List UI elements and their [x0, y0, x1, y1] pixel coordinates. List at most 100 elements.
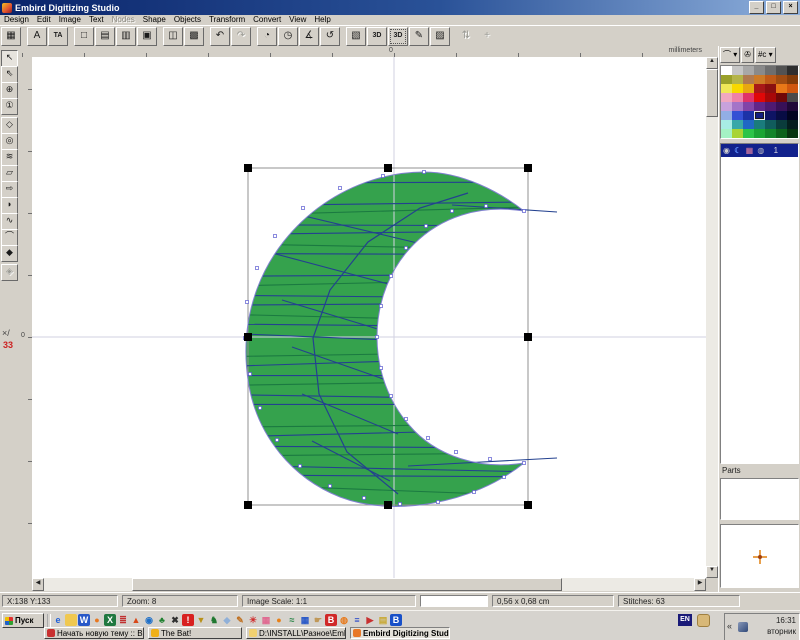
palette-swatch[interactable] — [721, 111, 732, 120]
zoom-tool[interactable]: ⊕ — [1, 82, 18, 99]
new-button[interactable]: □ — [74, 27, 94, 46]
palette-swatch[interactable] — [754, 111, 765, 120]
quicklaunch-tree-icon[interactable]: ♣ — [156, 614, 168, 626]
palette-swatch[interactable] — [765, 93, 776, 102]
layer-row-selected[interactable]: ◉ ☾ ▦ ◍ 1 — [721, 144, 798, 157]
minimize-button[interactable]: _ — [749, 1, 764, 14]
manual-stitch-tool[interactable]: ≋ — [1, 149, 18, 166]
palette-swatch[interactable] — [776, 120, 787, 129]
edit-3d-button[interactable]: 3D — [388, 27, 408, 46]
scroll-left-button[interactable]: ◀ — [32, 578, 44, 591]
quicklaunch-globe-icon[interactable]: ◉ — [143, 614, 155, 626]
palette-swatch[interactable] — [732, 66, 743, 75]
rotate-button[interactable]: ↺ — [320, 27, 340, 46]
palette-swatch[interactable] — [721, 66, 732, 75]
scroll-down-button[interactable]: ▼ — [706, 566, 718, 578]
palette-swatch[interactable] — [743, 93, 754, 102]
palette-swatch[interactable] — [721, 120, 732, 129]
quicklaunch-spider-icon[interactable]: ✖ — [169, 614, 181, 626]
quicklaunch-page-icon[interactable]: ▤ — [377, 614, 389, 626]
quicklaunch-flag-icon[interactable]: ▶ — [364, 614, 376, 626]
palette-swatch[interactable] — [776, 84, 787, 93]
thread-spool-button[interactable]: ✇ — [741, 47, 754, 63]
canvas-hscrollbar[interactable]: ◀ ▶ — [32, 578, 706, 591]
open-button[interactable]: ▤ — [95, 27, 115, 46]
menu-objects[interactable]: Objects — [170, 15, 205, 25]
angle-button[interactable]: ∡ — [299, 27, 319, 46]
insert-window-button[interactable]: ▧ — [346, 27, 366, 46]
menu-design[interactable]: Design — [0, 15, 33, 25]
palette-swatch[interactable] — [743, 84, 754, 93]
column-tool[interactable]: ▱ — [1, 165, 18, 182]
design-canvas[interactable] — [32, 57, 706, 578]
palette-swatch[interactable] — [765, 84, 776, 93]
taskbar-window-button[interactable]: Embird Digitizing Stud... — [350, 627, 450, 639]
scroll-up-button[interactable]: ▲ — [706, 57, 718, 69]
palette-swatch[interactable] — [754, 66, 765, 75]
palette-swatch[interactable] — [732, 84, 743, 93]
palette-swatch[interactable] — [787, 84, 798, 93]
quicklaunch-hand-point-icon[interactable]: ☛ — [312, 614, 324, 626]
palette-swatch[interactable] — [776, 75, 787, 84]
palette-swatch[interactable] — [765, 75, 776, 84]
node-edit-tool[interactable]: ⇖ — [1, 66, 18, 83]
language-indicator[interactable]: EN — [678, 614, 692, 626]
view-3d-button[interactable]: 3D — [367, 27, 387, 46]
menu-help[interactable]: Help — [310, 15, 334, 25]
palette-swatch[interactable] — [743, 75, 754, 84]
quicklaunch-acorn-icon[interactable]: ▼ — [195, 614, 207, 626]
quicklaunch-fire-icon[interactable]: ▲ — [130, 614, 142, 626]
arc-tool[interactable]: ⌒ — [1, 229, 18, 246]
palette-swatch[interactable] — [743, 111, 754, 120]
quicklaunch-diamond-icon[interactable]: ◆ — [221, 614, 233, 626]
menu-shape[interactable]: Shape — [139, 15, 170, 25]
palette-swatch[interactable] — [776, 102, 787, 111]
palette-swatch[interactable] — [787, 129, 798, 138]
quicklaunch-dragon-icon[interactable]: ♞ — [208, 614, 220, 626]
zoom-1to1-tool[interactable]: ① — [1, 98, 18, 115]
lettering-button[interactable]: TA — [48, 27, 68, 46]
quicklaunch-bluetooth-icon[interactable]: B — [390, 614, 402, 626]
arrow-shape-tool[interactable]: ⇨ — [1, 181, 18, 198]
palette-swatch[interactable] — [721, 75, 732, 84]
stitch-mode-button[interactable]: #c ▾ — [755, 47, 776, 63]
palette-swatch[interactable] — [765, 102, 776, 111]
palette-swatch[interactable] — [754, 102, 765, 111]
image-browser-button[interactable]: ▦ — [1, 27, 21, 46]
quicklaunch-word-icon[interactable]: W — [78, 614, 90, 626]
palette-swatch[interactable] — [776, 111, 787, 120]
palette-swatch[interactable] — [721, 102, 732, 111]
curve-style-button[interactable]: ⌒ ▾ — [720, 47, 740, 63]
palette-swatch[interactable] — [721, 93, 732, 102]
palette-swatch[interactable] — [776, 93, 787, 102]
palette-swatch[interactable] — [743, 120, 754, 129]
quicklaunch-books-icon[interactable]: ≣ — [117, 614, 129, 626]
palette-swatch[interactable] — [721, 129, 732, 138]
palette-swatch[interactable] — [787, 102, 798, 111]
visibility-eye-icon[interactable]: ◉ — [723, 146, 730, 155]
quicklaunch-ball2-icon[interactable]: ◍ — [338, 614, 350, 626]
palette-swatch[interactable] — [732, 129, 743, 138]
palette-swatch[interactable] — [754, 129, 765, 138]
select-tool[interactable]: ↖ — [1, 50, 18, 67]
connection-tool[interactable]: ◆ — [1, 245, 18, 262]
palette-swatch[interactable] — [754, 120, 765, 129]
palette-swatch[interactable] — [732, 120, 743, 129]
palette-swatch[interactable] — [743, 129, 754, 138]
layer-list[interactable]: ◉ ☾ ▦ ◍ 1 — [720, 143, 799, 464]
palette-swatch[interactable] — [787, 111, 798, 120]
palette-swatch[interactable] — [765, 129, 776, 138]
quicklaunch-waves-icon[interactable]: ≈ — [286, 614, 298, 626]
copy-button[interactable]: ◫ — [163, 27, 183, 46]
canvas-vscrollbar[interactable]: ▲ ▼ — [706, 57, 718, 578]
quicklaunch-grid-blue-icon[interactable]: ▦ — [299, 614, 311, 626]
text-button[interactable]: A — [27, 27, 47, 46]
import-button[interactable]: ▥ — [116, 27, 136, 46]
palette-swatch[interactable] — [787, 93, 798, 102]
measure-button[interactable]: ◔ — [257, 27, 277, 46]
menu-image[interactable]: Image — [55, 15, 85, 25]
parts-list[interactable] — [720, 478, 799, 520]
tray-chevron[interactable]: « — [727, 621, 732, 631]
menu-view[interactable]: View — [285, 15, 310, 25]
menu-text[interactable]: Text — [85, 15, 108, 25]
